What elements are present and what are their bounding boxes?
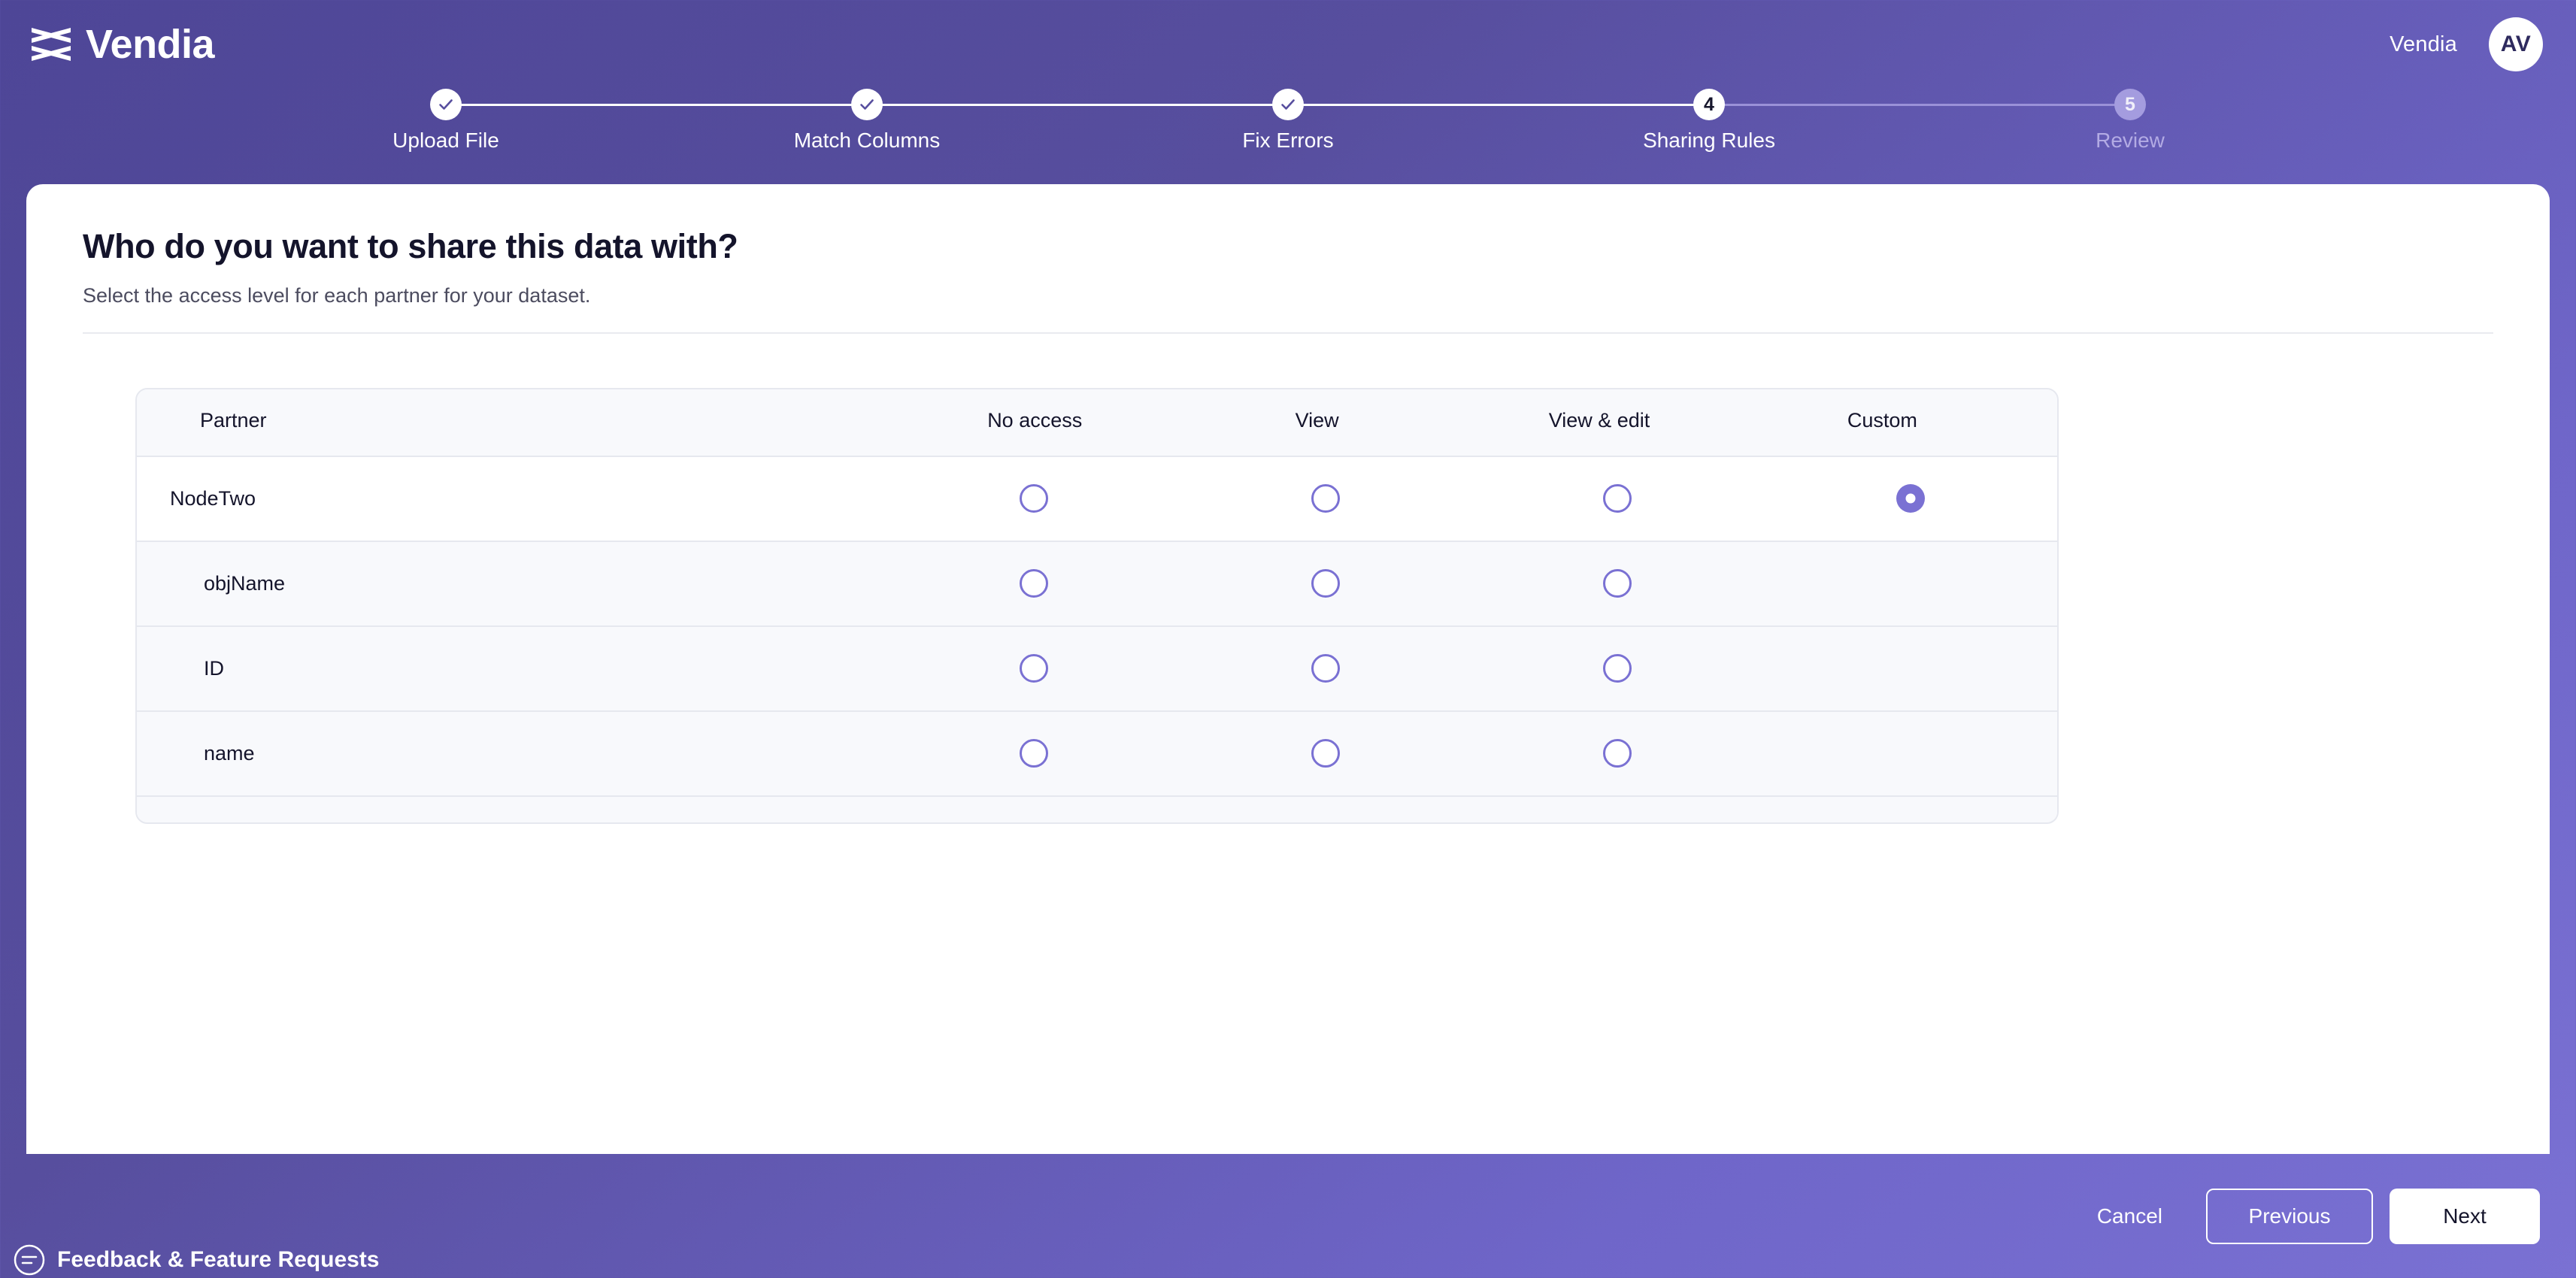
cell-view [1180,569,1471,598]
header-right: Vendia AV [2390,17,2543,71]
radio-no-access[interactable] [1019,569,1048,598]
step-connector-4 [1709,104,2130,106]
cell-view-edit [1471,654,1763,683]
column-header-custom: Custom [1741,410,2024,431]
stepper-item-sharing-rules[interactable]: 4 Sharing Rules [1581,89,1837,151]
field-name-cell: name [204,741,255,765]
stepper-item-review[interactable]: 5 Review [2002,89,2258,151]
brand[interactable]: Vendia [30,22,215,67]
cell-no-access [888,569,1180,598]
table-row: ID [137,625,2057,710]
cell-view-edit [1471,484,1763,513]
column-header-custom-label: Custom [1847,408,1917,432]
stepper-item-fix-errors[interactable]: Fix Errors [1160,89,1416,151]
radio-view-edit[interactable] [1603,654,1632,683]
avatar[interactable]: AV [2489,17,2543,71]
wizard-stepper: Upload File Match Columns Fix Errors 4 Shari… [0,89,2576,171]
feedback-circle-icon [14,1244,45,1276]
step-label: Fix Errors [1242,129,1334,152]
stepper-item-upload-file[interactable]: Upload File [318,89,574,151]
radio-view[interactable] [1311,484,1341,513]
header-divider [83,332,2493,334]
brand-name: Vendia [86,22,215,67]
cell-view [1180,484,1471,513]
radio-no-access[interactable] [1019,654,1048,683]
stepper-item-match-columns[interactable]: Match Columns [739,89,995,151]
column-header-partner: Partner [167,410,894,431]
wizard-footer: Cancel Previous Next [0,1154,2576,1278]
field-name-cell: ID [204,656,224,680]
column-header-partner-label: Partner [200,408,267,432]
radio-view-edit[interactable] [1603,484,1632,513]
step-label: Match Columns [793,129,941,152]
feedback-label: Feedback & Feature Requests [57,1247,380,1272]
cell-no-access [888,739,1180,768]
column-header-view: View [1176,410,1458,431]
step-check-icon [430,89,462,120]
step-number: 4 [1704,93,1714,115]
step-connector-2 [867,104,1288,106]
card-header: Who do you want to share this data with?… [26,184,2550,334]
step-number-badge: 4 [1693,89,1725,120]
step-label: Upload File [392,129,499,152]
column-header-view-edit: View & edit [1458,410,1740,431]
cell-custom [1764,484,2057,513]
radio-custom[interactable] [1896,484,1925,513]
cell-view [1180,654,1471,683]
step-connector-1 [446,104,867,106]
feedback-widget[interactable]: Feedback & Feature Requests [14,1244,379,1276]
page-title: Who do you want to share this data with? [83,227,738,265]
next-button[interactable]: Next [2390,1188,2540,1244]
previous-button[interactable]: Previous [2206,1188,2373,1244]
app-header: Vendia Vendia AV [0,0,2576,89]
table-header-row: Partner No access View View & edit Custo… [137,389,2057,456]
radio-view-edit[interactable] [1603,739,1632,768]
step-check-icon [1272,89,1304,120]
cancel-button[interactable]: Cancel [2071,1205,2188,1227]
table-row: objName [137,540,2057,625]
step-label: Review [2096,129,2165,152]
cell-no-access [887,484,1179,513]
table-row: NodeTwo [137,455,2057,541]
cell-no-access [888,654,1180,683]
step-label: Sharing Rules [1643,129,1775,152]
cell-view [1180,739,1471,768]
cell-view-edit [1471,569,1763,598]
column-header-view-label: View [1295,408,1339,432]
sharing-rules-table: Partner No access View View & edit Custo… [135,387,2059,824]
column-header-no-access: No access [894,410,1176,431]
radio-no-access[interactable] [1019,484,1048,513]
cell-view-edit [1471,739,1763,768]
organization-name[interactable]: Vendia [2390,32,2457,57]
table-footer-strip [137,795,2057,822]
radio-view[interactable] [1311,569,1341,598]
content-card: Who do you want to share this data with?… [26,184,2550,1154]
step-check-icon [851,89,883,120]
partner-name-cell: NodeTwo [170,486,256,510]
page-subtitle: Select the access level for each partner… [83,283,591,307]
radio-view[interactable] [1311,654,1341,683]
table-row: name [137,710,2057,795]
step-connector-3 [1288,104,1709,106]
vendia-hourglass-logo-icon [30,28,72,61]
radio-view[interactable] [1311,739,1341,768]
step-number-badge: 5 [2114,89,2146,120]
radio-view-edit[interactable] [1603,569,1632,598]
step-number: 5 [2125,93,2135,115]
column-header-no-access-label: No access [987,408,1083,432]
column-header-view-edit-label: View & edit [1548,408,1650,432]
radio-no-access[interactable] [1019,739,1048,768]
field-name-cell: objName [204,571,286,595]
